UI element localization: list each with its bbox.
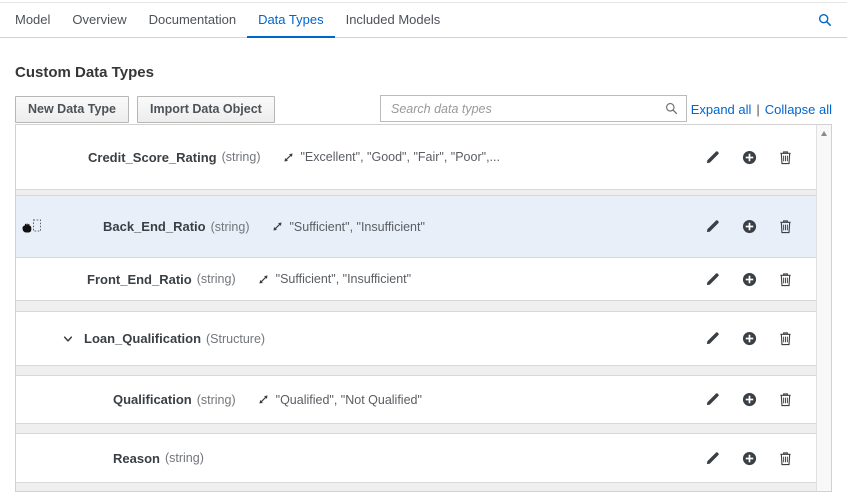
edit-button[interactable] [705, 219, 720, 234]
data-type-name: Loan_Qualification [84, 331, 201, 346]
add-field-button[interactable] [742, 150, 757, 165]
drag-cursor-icon [21, 218, 42, 235]
trash-icon [779, 150, 792, 165]
delete-button[interactable] [779, 392, 792, 407]
delete-button[interactable] [779, 150, 792, 165]
add-field-button[interactable] [742, 392, 757, 407]
row-actions [705, 196, 792, 257]
plus-circle-icon [742, 272, 757, 287]
pencil-icon [705, 150, 720, 165]
tab-included-models[interactable]: Included Models [335, 3, 452, 38]
chevron-down-icon[interactable] [62, 333, 74, 345]
constraint-icon [258, 394, 269, 405]
data-type-name: Back_End_Ratio [103, 219, 206, 234]
import-data-object-button[interactable]: Import Data Object [137, 96, 275, 123]
search-data-types-input[interactable] [389, 101, 665, 117]
pencil-icon [705, 331, 720, 346]
plus-circle-icon [742, 219, 757, 234]
plus-circle-icon [742, 331, 757, 346]
row-actions [705, 434, 792, 482]
add-field-button[interactable] [742, 272, 757, 287]
constraint-icon [258, 274, 269, 285]
add-field-button[interactable] [742, 451, 757, 466]
edit-button[interactable] [705, 272, 720, 287]
edit-button[interactable] [705, 392, 720, 407]
constraint: "Excellent", "Good", "Fair", "Poor",... [283, 150, 500, 164]
constraint: "Qualified", "Not Qualified" [258, 393, 422, 407]
tab-data-types[interactable]: Data Types [247, 3, 335, 38]
data-type-name: Qualification [113, 392, 192, 407]
trash-icon [779, 272, 792, 287]
plus-circle-icon [742, 451, 757, 466]
row-actions [705, 258, 792, 300]
data-type-row-child[interactable]: Qualification (string) "Qualified", "Not… [16, 375, 816, 424]
data-type-name: Reason [113, 451, 160, 466]
delete-button[interactable] [779, 331, 792, 346]
data-type-kind: (string) [222, 150, 261, 164]
row-actions [705, 312, 792, 365]
data-type-row[interactable]: Loan_Qualification (Structure) [16, 311, 816, 366]
trash-icon [779, 331, 792, 346]
constraint-icon [272, 221, 283, 232]
collapse-all-link[interactable]: Collapse all [765, 102, 832, 117]
scroll-up-arrow-icon[interactable] [821, 131, 827, 136]
tab-model[interactable]: Model [15, 3, 61, 38]
constraint-values: "Sufficient", "Insufficient" [276, 272, 411, 286]
constraint-values: "Excellent", "Good", "Fair", "Poor",... [301, 150, 500, 164]
delete-button[interactable] [779, 219, 792, 234]
scrollbar[interactable] [816, 125, 831, 491]
tab-bar: Model Overview Documentation Data Types … [0, 3, 847, 38]
data-type-name: Credit_Score_Rating [88, 150, 217, 165]
trash-icon [779, 392, 792, 407]
expand-collapse-links: Expand all | Collapse all [691, 102, 832, 117]
tab-documentation[interactable]: Documentation [138, 3, 247, 38]
delete-button[interactable] [779, 272, 792, 287]
data-type-name: Front_End_Ratio [87, 272, 192, 287]
expand-all-link[interactable]: Expand all [691, 102, 752, 117]
search-icon[interactable] [665, 102, 678, 115]
edit-button[interactable] [705, 150, 720, 165]
new-data-type-button[interactable]: New Data Type [15, 96, 129, 123]
trash-icon [779, 219, 792, 234]
delete-button[interactable] [779, 451, 792, 466]
data-type-kind: (Structure) [206, 332, 265, 346]
data-type-row-child[interactable]: Reason (string) [16, 433, 816, 483]
constraint-values: "Qualified", "Not Qualified" [276, 393, 422, 407]
plus-circle-icon [742, 150, 757, 165]
data-types-list: Credit_Score_Rating (string) "Excellent"… [15, 124, 832, 492]
toolbar: New Data Type Import Data Object Expand … [15, 95, 832, 123]
trash-icon [779, 451, 792, 466]
add-field-button[interactable] [742, 331, 757, 346]
data-type-row[interactable]: Front_End_Ratio (string) "Sufficient", "… [16, 257, 816, 301]
add-field-button[interactable] [742, 219, 757, 234]
constraint: "Sufficient", "Insufficient" [258, 272, 411, 286]
edit-button[interactable] [705, 331, 720, 346]
pencil-icon [705, 272, 720, 287]
constraint-icon [283, 152, 294, 163]
row-actions [705, 125, 792, 189]
page-title: Custom Data Types [15, 64, 154, 81]
tab-overview[interactable]: Overview [61, 3, 137, 38]
plus-circle-icon [742, 392, 757, 407]
search-icon[interactable] [818, 3, 832, 37]
data-type-kind: (string) [211, 220, 250, 234]
data-type-row[interactable]: Credit_Score_Rating (string) "Excellent"… [16, 125, 816, 190]
links-separator: | [756, 102, 759, 117]
data-type-kind: (string) [197, 393, 236, 407]
data-type-row-selected[interactable]: Back_End_Ratio (string) "Sufficient", "I… [16, 195, 816, 258]
search-data-types-field[interactable] [380, 95, 687, 122]
data-type-kind: (string) [165, 451, 204, 465]
constraint: "Sufficient", "Insufficient" [272, 220, 425, 234]
pencil-icon [705, 219, 720, 234]
row-actions [705, 376, 792, 423]
edit-button[interactable] [705, 451, 720, 466]
constraint-values: "Sufficient", "Insufficient" [290, 220, 425, 234]
pencil-icon [705, 392, 720, 407]
pencil-icon [705, 451, 720, 466]
data-type-kind: (string) [197, 272, 236, 286]
